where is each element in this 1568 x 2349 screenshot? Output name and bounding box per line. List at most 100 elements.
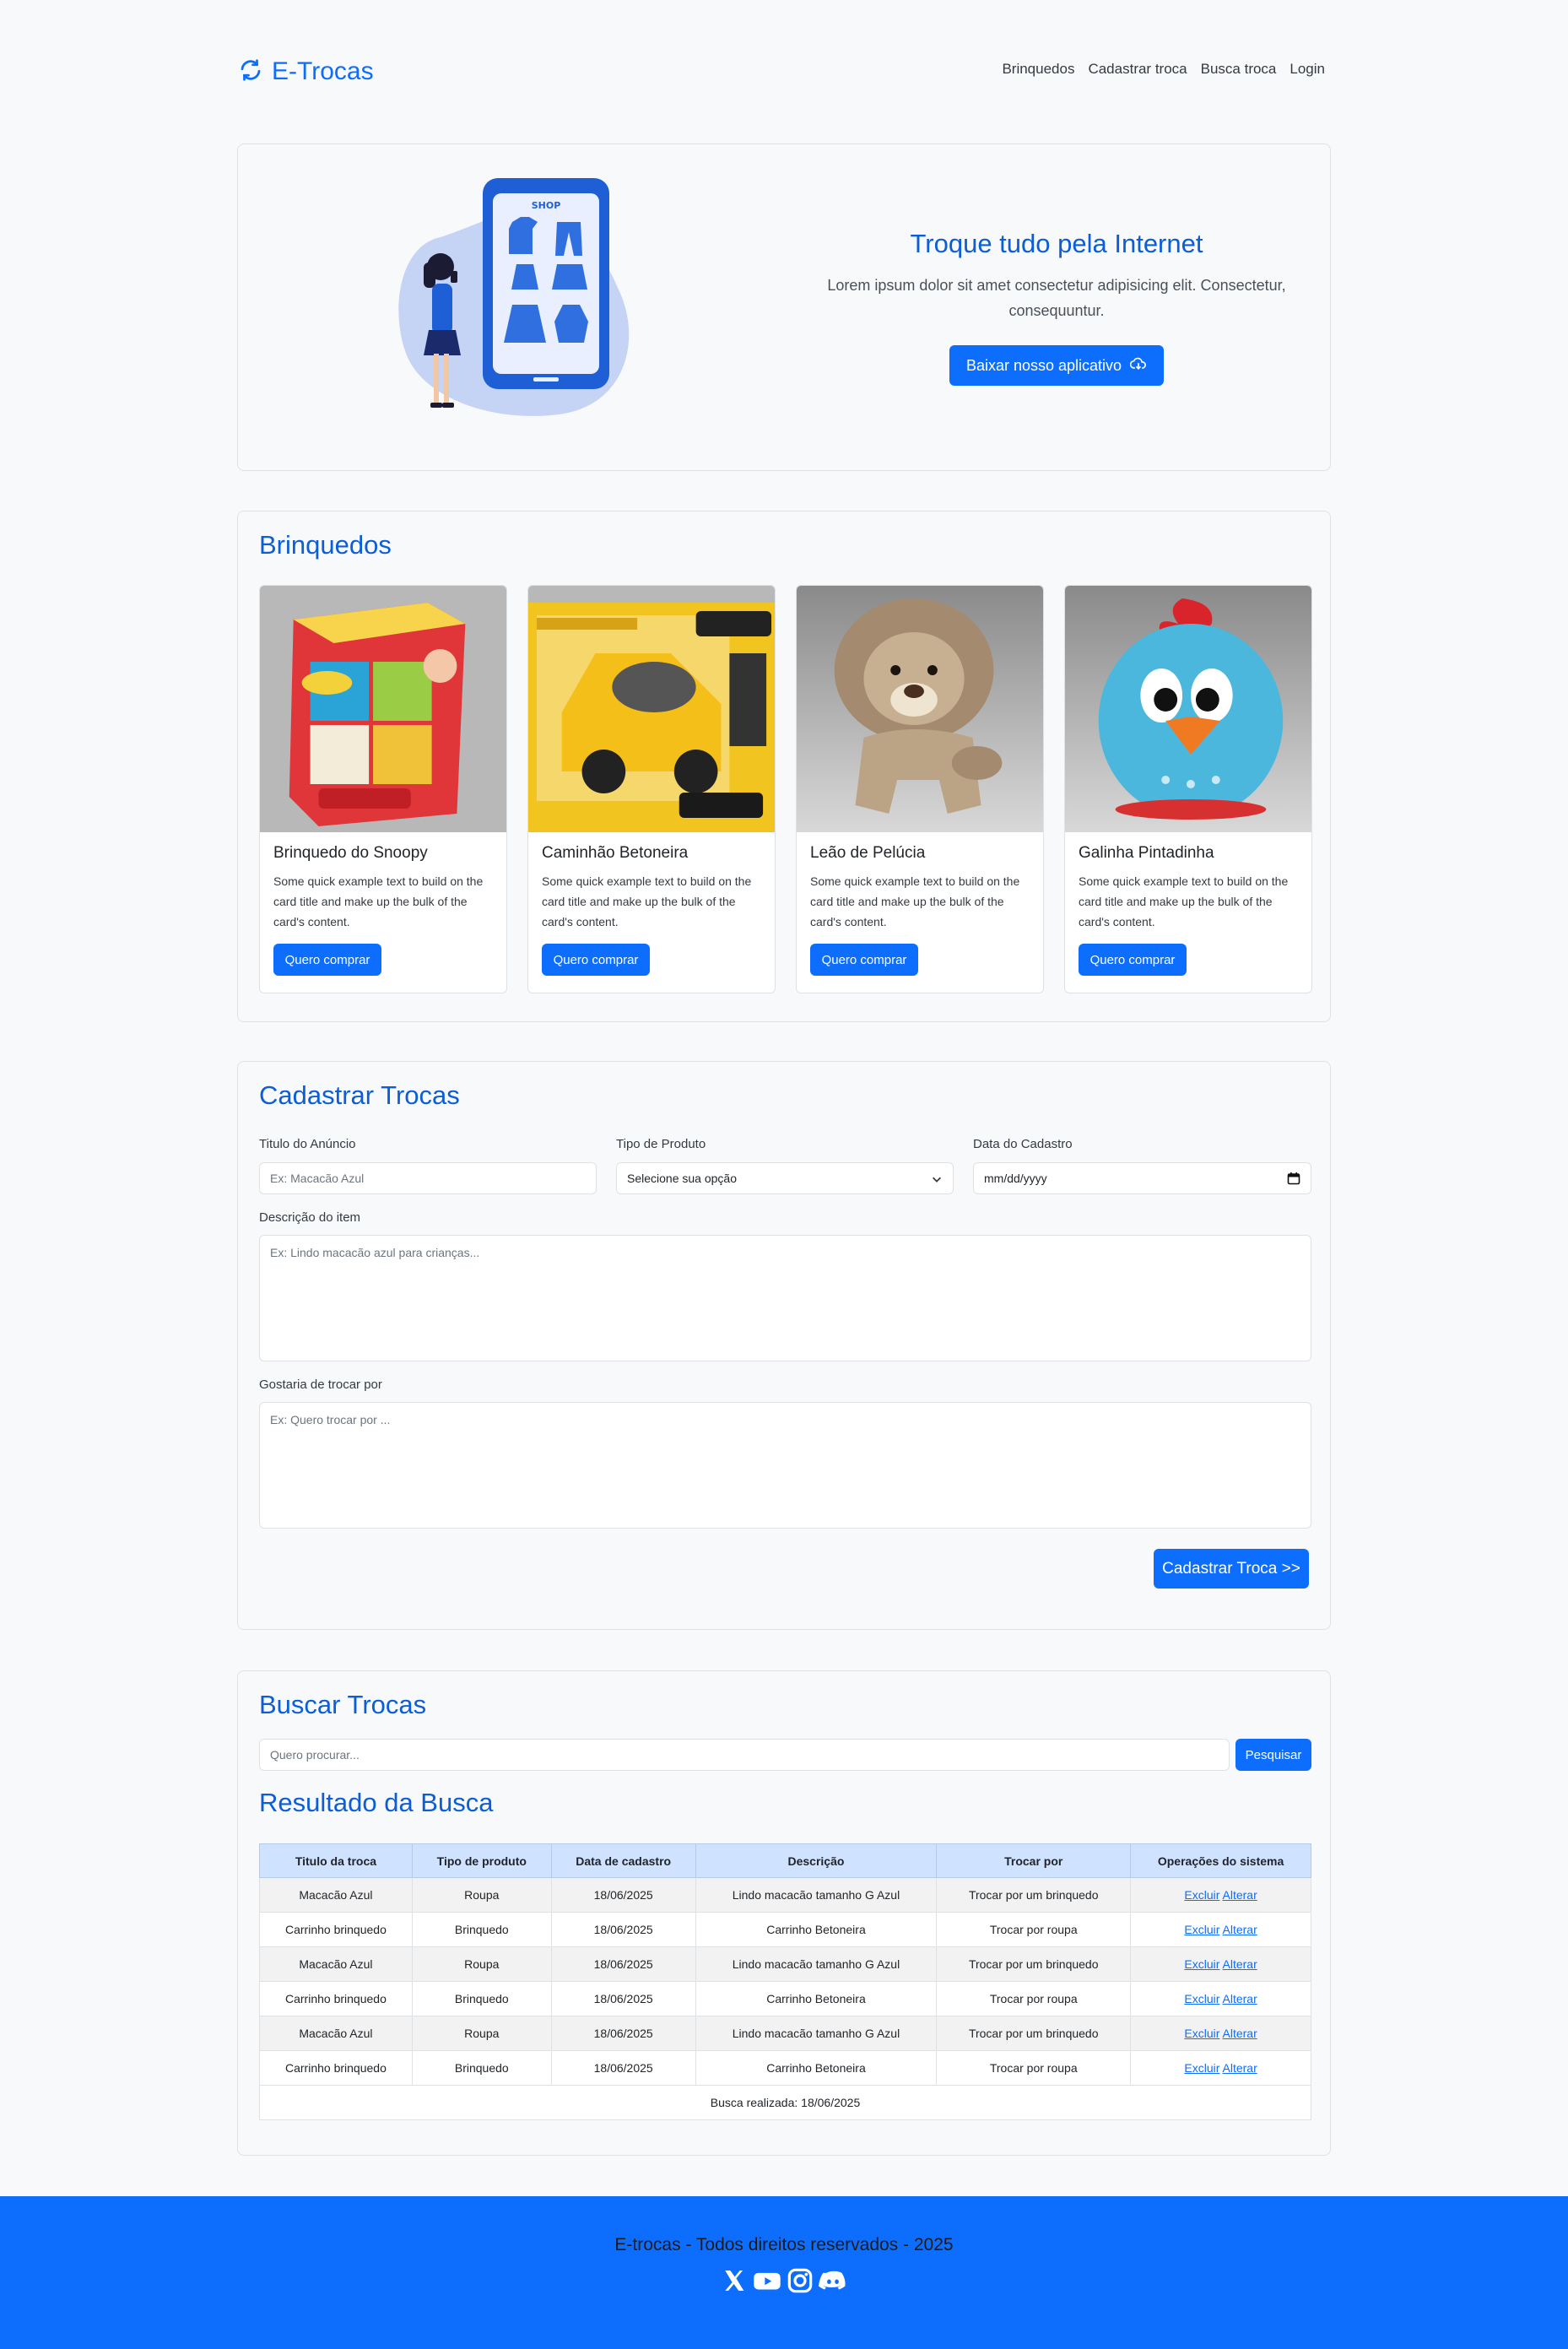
cell-date: 18/06/2025 <box>550 2016 696 2051</box>
edit-link[interactable]: Alterar <box>1223 2027 1257 2040</box>
column-header: Titulo da troca <box>259 1843 413 1878</box>
description-placeholder: Ex: Lindo macacão azul para crianças... <box>270 1246 480 1259</box>
cell-description: Lindo macacão tamanho G Azul <box>695 1877 938 1913</box>
main-nav: Brinquedos Cadastrar troca Busca troca L… <box>1002 61 1325 78</box>
download-app-button[interactable]: Baixar nosso aplicativo <box>949 345 1164 386</box>
cell-title: Macacão Azul <box>259 2016 413 2051</box>
buy-button[interactable]: Quero comprar <box>273 944 381 976</box>
calendar-icon[interactable] <box>1287 1172 1300 1188</box>
trade-for-label: Gostaria de trocar por <box>259 1377 382 1392</box>
delete-link[interactable]: Excluir <box>1184 1888 1219 1902</box>
x-icon[interactable] <box>721 2267 748 2298</box>
toy-title: Leão de Pelúcia <box>810 844 926 862</box>
youtube-icon[interactable] <box>753 2267 781 2298</box>
nav-cadastrar-troca[interactable]: Cadastrar troca <box>1088 61 1187 78</box>
edit-link[interactable]: Alterar <box>1223 1992 1257 2005</box>
cell-description: Lindo macacão tamanho G Azul <box>695 2016 938 2051</box>
buy-button[interactable]: Quero comprar <box>810 944 918 976</box>
delete-link[interactable]: Excluir <box>1184 2027 1219 2040</box>
hero-subtitle: Lorem ipsum dolor sit amet consectetur a… <box>827 277 1286 319</box>
cell-title: Macacão Azul <box>259 1946 413 1982</box>
register-date-input[interactable]: mm/dd/yyyy <box>973 1162 1311 1194</box>
search-button[interactable]: Pesquisar <box>1235 1739 1311 1771</box>
results-title: Resultado da Busca <box>259 1788 494 1817</box>
nav-login[interactable]: Login <box>1290 61 1325 78</box>
toy-text: Some quick example text to build on the … <box>810 874 1020 928</box>
register-date-label: Data do Cadastro <box>973 1137 1073 1151</box>
product-type-select[interactable]: Selecione sua opção <box>616 1162 954 1194</box>
cell-trade-for: Trocar por um brinquedo <box>936 2016 1132 2051</box>
discord-icon[interactable] <box>819 2267 847 2298</box>
edit-link[interactable]: Alterar <box>1223 2061 1257 2075</box>
submit-trade-button[interactable]: Cadastrar Troca >> <box>1154 1549 1309 1589</box>
hero-text: Troque tudo pela Internet Lorem ipsum do… <box>812 229 1301 386</box>
nav-busca-troca[interactable]: Busca troca <box>1201 61 1277 78</box>
instagram-icon[interactable] <box>787 2267 814 2298</box>
table-row: Macacão Azul Roupa 18/06/2025 Lindo maca… <box>259 1877 1311 1913</box>
trade-for-textarea[interactable]: Ex: Quero trocar por ... <box>259 1402 1311 1529</box>
results-table: Titulo da troca Tipo de produto Data de … <box>259 1843 1311 2120</box>
cell-date: 18/06/2025 <box>550 2050 696 2086</box>
cell-title: Macacão Azul <box>259 1877 413 1913</box>
edit-link[interactable]: Alterar <box>1223 1957 1257 1971</box>
cell-type: Roupa <box>411 2016 552 2051</box>
toy-text: Some quick example text to build on the … <box>1079 874 1289 928</box>
cell-trade-for: Trocar por roupa <box>936 1912 1132 1947</box>
hero-section: SHOP Troque tudo pela Internet Lorem ips… <box>237 143 1331 471</box>
column-header: Data de cadastro <box>550 1843 696 1878</box>
toy-card: Leão de Pelúcia Some quick example text … <box>796 585 1044 993</box>
table-row: Carrinho brinquedo Brinquedo 18/06/2025 … <box>259 2050 1311 2086</box>
brand-logo[interactable]: E-Trocas <box>238 52 374 91</box>
cell-description: Carrinho Betoneira <box>695 2050 938 2086</box>
column-header: Descrição <box>695 1843 938 1878</box>
cell-type: Roupa <box>411 1946 552 1982</box>
edit-link[interactable]: Alterar <box>1223 1888 1257 1902</box>
toy-title: Brinquedo do Snoopy <box>273 844 428 862</box>
cell-description: Lindo macacão tamanho G Azul <box>695 1946 938 1982</box>
search-trades-section: Buscar Trocas Quero procurar... Pesquisa… <box>237 1670 1331 2156</box>
cloud-download-icon <box>1129 356 1147 376</box>
toys-section: Brinquedos Brinquedo do Snoopy Some quic… <box>237 511 1331 1022</box>
buy-button[interactable]: Quero comprar <box>1079 944 1187 976</box>
buy-button[interactable]: Quero comprar <box>542 944 650 976</box>
trade-for-placeholder: Ex: Quero trocar por ... <box>270 1413 391 1426</box>
search-input[interactable]: Quero procurar... <box>259 1739 1230 1771</box>
cell-description: Carrinho Betoneira <box>695 1981 938 2016</box>
register-date-value: mm/dd/yyyy <box>984 1172 1047 1185</box>
shopping-illustration: SHOP <box>390 170 643 440</box>
column-header: Operações do sistema <box>1130 1843 1311 1878</box>
cell-operations: Excluir Alterar <box>1130 2050 1311 2086</box>
cell-title: Carrinho brinquedo <box>259 2050 413 2086</box>
table-row: Carrinho brinquedo Brinquedo 18/06/2025 … <box>259 1912 1311 1947</box>
social-links <box>0 2267 1568 2298</box>
edit-link[interactable]: Alterar <box>1223 1923 1257 1936</box>
delete-link[interactable]: Excluir <box>1184 1992 1219 2005</box>
toy-title: Caminhão Betoneira <box>542 844 689 862</box>
site-footer: E-trocas - Todos direitos reservados - 2… <box>0 2196 1568 2349</box>
delete-link[interactable]: Excluir <box>1184 1957 1219 1971</box>
description-textarea[interactable]: Ex: Lindo macacão azul para crianças... <box>259 1235 1311 1361</box>
cell-operations: Excluir Alterar <box>1130 1912 1311 1947</box>
product-type-label: Tipo de Produto <box>616 1137 706 1151</box>
toy-card: Caminhão Betoneira Some quick example te… <box>527 585 776 993</box>
toy-image-galinha <box>1065 586 1311 832</box>
toy-card: Galinha Pintadinha Some quick example te… <box>1064 585 1312 993</box>
cell-date: 18/06/2025 <box>550 1877 696 1913</box>
toy-text: Some quick example text to build on the … <box>273 874 484 928</box>
cell-operations: Excluir Alterar <box>1130 1877 1311 1913</box>
cell-date: 18/06/2025 <box>550 1981 696 2016</box>
toy-text: Some quick example text to build on the … <box>542 874 752 928</box>
delete-link[interactable]: Excluir <box>1184 2061 1219 2075</box>
cell-date: 18/06/2025 <box>550 1946 696 1982</box>
column-header: Tipo de produto <box>411 1843 552 1878</box>
cell-type: Brinquedo <box>411 2050 552 2086</box>
ad-title-label: Titulo do Anúncio <box>259 1137 356 1151</box>
nav-brinquedos[interactable]: Brinquedos <box>1002 61 1074 78</box>
toys-title: Brinquedos <box>259 530 392 560</box>
delete-link[interactable]: Excluir <box>1184 1923 1219 1936</box>
table-row: Macacão Azul Roupa 18/06/2025 Lindo maca… <box>259 2016 1311 2051</box>
ad-title-input[interactable]: Ex: Macacão Azul <box>259 1162 597 1194</box>
table-header-row: Titulo da troca Tipo de produto Data de … <box>259 1843 1311 1878</box>
cell-type: Brinquedo <box>411 1981 552 2016</box>
cell-type: Roupa <box>411 1877 552 1913</box>
